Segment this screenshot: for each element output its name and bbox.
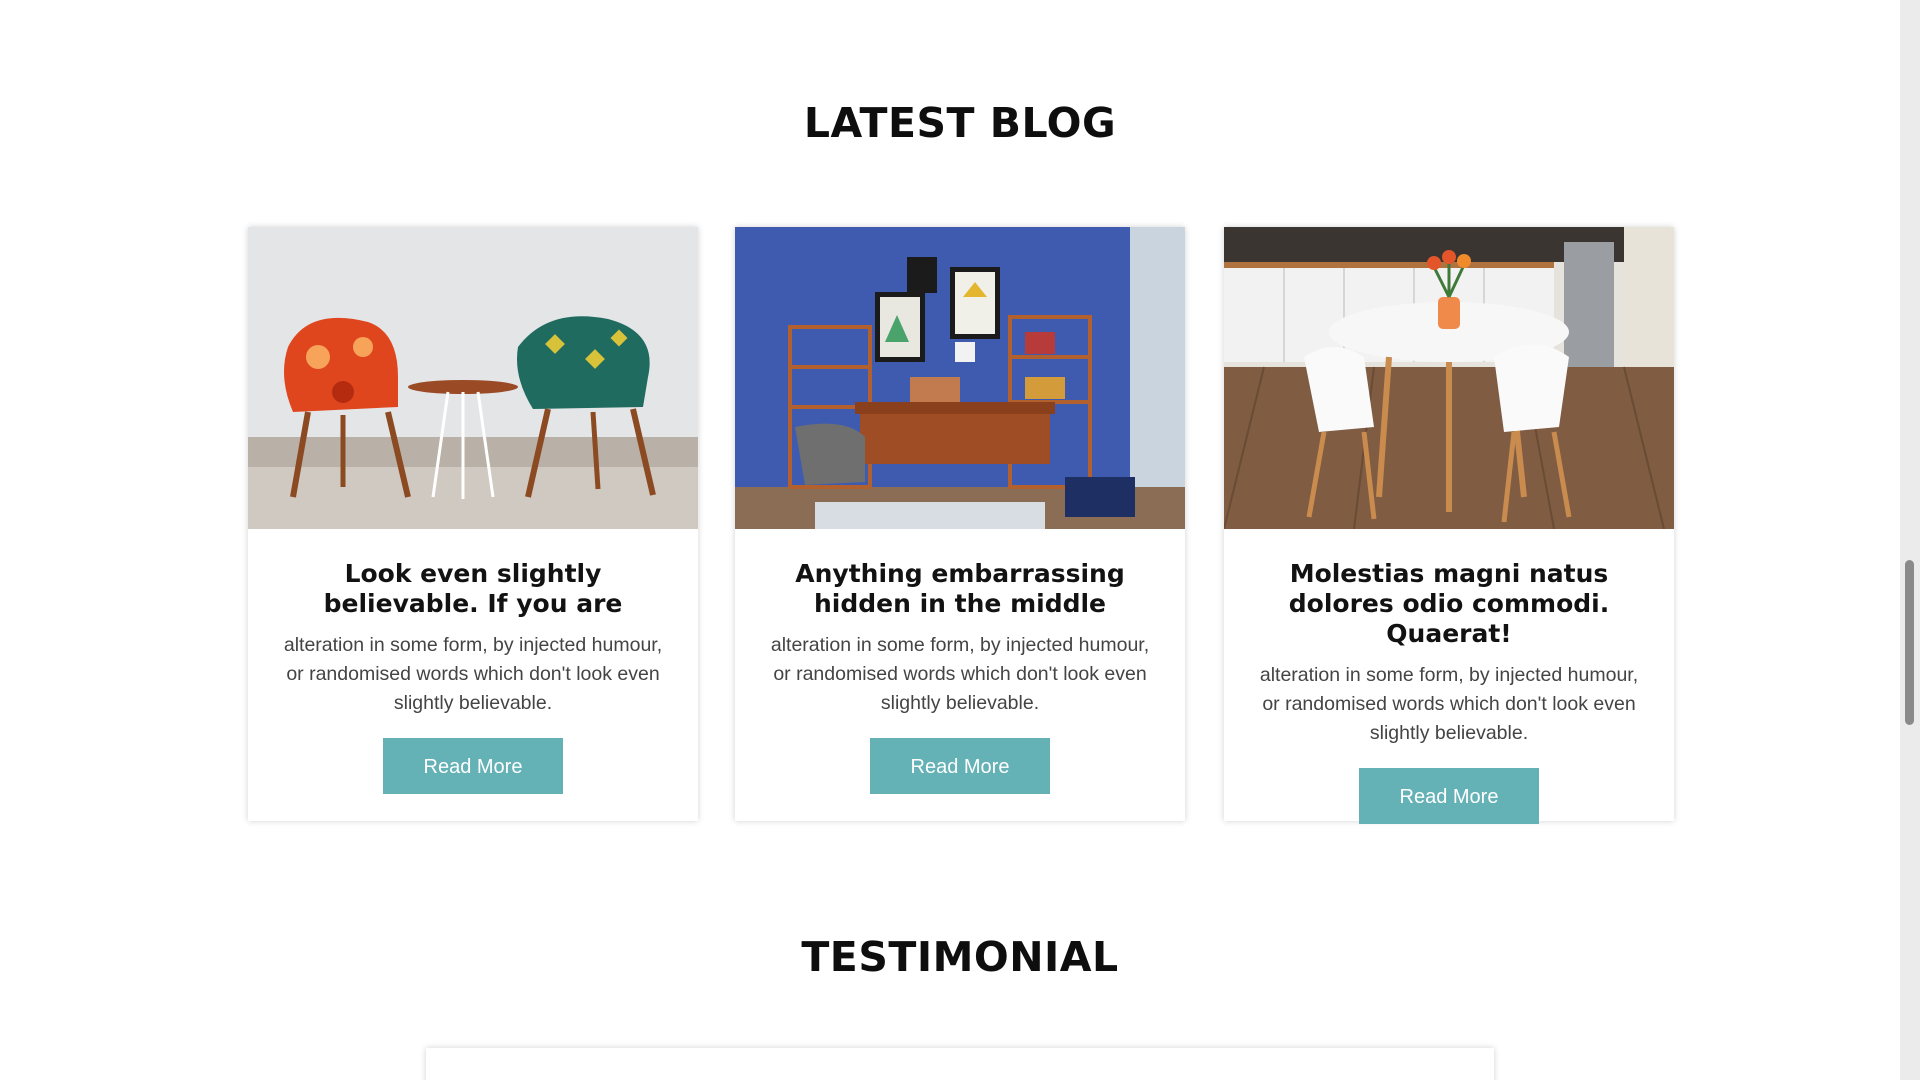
blog-card-title: Look even slightly believable. If you ar… — [323, 559, 623, 618]
blog-card-body: Molestias magni natus dolores odio commo… — [1224, 529, 1674, 824]
read-more-button[interactable]: Read More — [383, 738, 563, 794]
read-more-button[interactable]: Read More — [870, 738, 1050, 794]
blue-office-photo — [735, 227, 1185, 529]
blog-card: Molestias magni natus dolores odio commo… — [1224, 227, 1674, 824]
scrollbar-thumb[interactable] — [1905, 560, 1914, 725]
blog-card: Anything embarrassing hidden in the midd… — [735, 227, 1185, 821]
testimonial-heading: TESTIMONIAL — [801, 933, 1119, 981]
blog-card-title: Molestias magni natus dolores odio commo… — [1288, 559, 1610, 648]
blog-card-text: alteration in some form, by injected hum… — [1259, 664, 1639, 744]
blog-card-body: Anything embarrassing hidden in the midd… — [735, 529, 1185, 794]
blog-card-text: alteration in some form, by injected hum… — [770, 634, 1150, 714]
chairs-photo — [248, 227, 698, 529]
blog-card-text: alteration in some form, by injected hum… — [283, 634, 663, 714]
blog-cards: Look even slightly believable. If you ar… — [248, 227, 1674, 824]
testimonial-card — [426, 1048, 1494, 1080]
blog-card-title: Anything embarrassing hidden in the midd… — [795, 559, 1125, 618]
read-more-button[interactable]: Read More — [1359, 768, 1539, 824]
dining-table-photo — [1224, 227, 1674, 529]
page: LATEST BLOG Look even slightly believabl… — [0, 0, 1900, 1080]
latest-blog-heading: LATEST BLOG — [803, 99, 1117, 147]
vertical-scrollbar[interactable] — [1900, 0, 1920, 1080]
blog-card-body: Look even slightly believable. If you ar… — [248, 529, 698, 794]
blog-card: Look even slightly believable. If you ar… — [248, 227, 698, 821]
